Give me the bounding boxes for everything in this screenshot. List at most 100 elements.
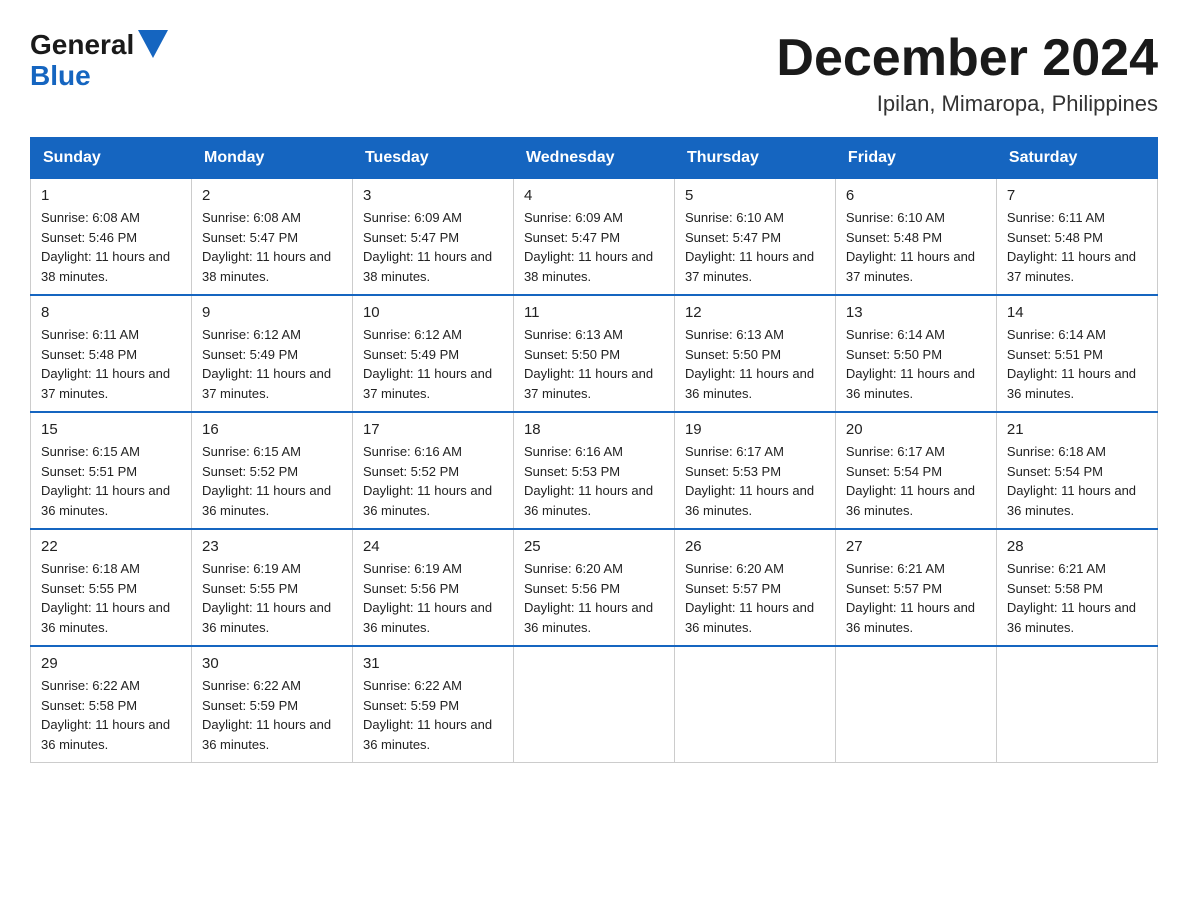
day-number: 28: [1007, 538, 1147, 555]
day-info: Sunrise: 6:22 AM Sunset: 5:58 PM Dayligh…: [41, 676, 181, 754]
day-number: 10: [363, 304, 503, 321]
day-info: Sunrise: 6:18 AM Sunset: 5:54 PM Dayligh…: [1007, 442, 1147, 520]
day-number: 7: [1007, 187, 1147, 204]
day-info: Sunrise: 6:11 AM Sunset: 5:48 PM Dayligh…: [1007, 208, 1147, 286]
month-title: December 2024: [776, 30, 1158, 87]
calendar-cell: 14 Sunrise: 6:14 AM Sunset: 5:51 PM Dayl…: [996, 295, 1157, 412]
day-number: 20: [846, 421, 986, 438]
calendar-cell: 3 Sunrise: 6:09 AM Sunset: 5:47 PM Dayli…: [352, 178, 513, 295]
calendar-cell: 18 Sunrise: 6:16 AM Sunset: 5:53 PM Dayl…: [513, 412, 674, 529]
calendar-cell: 4 Sunrise: 6:09 AM Sunset: 5:47 PM Dayli…: [513, 178, 674, 295]
location: Ipilan, Mimaropa, Philippines: [776, 91, 1158, 117]
calendar-week-row: 22 Sunrise: 6:18 AM Sunset: 5:55 PM Dayl…: [31, 529, 1158, 646]
calendar-cell: 17 Sunrise: 6:16 AM Sunset: 5:52 PM Dayl…: [352, 412, 513, 529]
calendar-table: SundayMondayTuesdayWednesdayThursdayFrid…: [30, 137, 1158, 763]
day-info: Sunrise: 6:20 AM Sunset: 5:56 PM Dayligh…: [524, 559, 664, 637]
calendar-header-friday: Friday: [835, 138, 996, 178]
calendar-cell: [674, 646, 835, 763]
calendar-cell: 16 Sunrise: 6:15 AM Sunset: 5:52 PM Dayl…: [191, 412, 352, 529]
day-number: 31: [363, 655, 503, 672]
day-info: Sunrise: 6:15 AM Sunset: 5:52 PM Dayligh…: [202, 442, 342, 520]
day-info: Sunrise: 6:12 AM Sunset: 5:49 PM Dayligh…: [202, 325, 342, 403]
day-number: 21: [1007, 421, 1147, 438]
day-number: 29: [41, 655, 181, 672]
calendar-cell: 8 Sunrise: 6:11 AM Sunset: 5:48 PM Dayli…: [31, 295, 192, 412]
calendar-cell: [835, 646, 996, 763]
day-info: Sunrise: 6:08 AM Sunset: 5:46 PM Dayligh…: [41, 208, 181, 286]
calendar-cell: [996, 646, 1157, 763]
calendar-cell: 23 Sunrise: 6:19 AM Sunset: 5:55 PM Dayl…: [191, 529, 352, 646]
day-info: Sunrise: 6:19 AM Sunset: 5:55 PM Dayligh…: [202, 559, 342, 637]
calendar-cell: 6 Sunrise: 6:10 AM Sunset: 5:48 PM Dayli…: [835, 178, 996, 295]
calendar-header-row: SundayMondayTuesdayWednesdayThursdayFrid…: [31, 138, 1158, 178]
day-info: Sunrise: 6:21 AM Sunset: 5:57 PM Dayligh…: [846, 559, 986, 637]
day-info: Sunrise: 6:12 AM Sunset: 5:49 PM Dayligh…: [363, 325, 503, 403]
day-info: Sunrise: 6:19 AM Sunset: 5:56 PM Dayligh…: [363, 559, 503, 637]
day-number: 19: [685, 421, 825, 438]
day-info: Sunrise: 6:08 AM Sunset: 5:47 PM Dayligh…: [202, 208, 342, 286]
calendar-cell: [513, 646, 674, 763]
day-info: Sunrise: 6:22 AM Sunset: 5:59 PM Dayligh…: [202, 676, 342, 754]
calendar-cell: 31 Sunrise: 6:22 AM Sunset: 5:59 PM Dayl…: [352, 646, 513, 763]
calendar-cell: 13 Sunrise: 6:14 AM Sunset: 5:50 PM Dayl…: [835, 295, 996, 412]
calendar-cell: 21 Sunrise: 6:18 AM Sunset: 5:54 PM Dayl…: [996, 412, 1157, 529]
day-info: Sunrise: 6:15 AM Sunset: 5:51 PM Dayligh…: [41, 442, 181, 520]
logo-blue-text: Blue: [30, 60, 91, 92]
day-info: Sunrise: 6:09 AM Sunset: 5:47 PM Dayligh…: [524, 208, 664, 286]
day-info: Sunrise: 6:22 AM Sunset: 5:59 PM Dayligh…: [363, 676, 503, 754]
day-info: Sunrise: 6:14 AM Sunset: 5:51 PM Dayligh…: [1007, 325, 1147, 403]
day-number: 15: [41, 421, 181, 438]
calendar-week-row: 8 Sunrise: 6:11 AM Sunset: 5:48 PM Dayli…: [31, 295, 1158, 412]
day-number: 6: [846, 187, 986, 204]
calendar-header-thursday: Thursday: [674, 138, 835, 178]
calendar-cell: 11 Sunrise: 6:13 AM Sunset: 5:50 PM Dayl…: [513, 295, 674, 412]
day-number: 11: [524, 304, 664, 321]
day-info: Sunrise: 6:20 AM Sunset: 5:57 PM Dayligh…: [685, 559, 825, 637]
day-number: 9: [202, 304, 342, 321]
day-number: 13: [846, 304, 986, 321]
calendar-cell: 9 Sunrise: 6:12 AM Sunset: 5:49 PM Dayli…: [191, 295, 352, 412]
calendar-cell: 5 Sunrise: 6:10 AM Sunset: 5:47 PM Dayli…: [674, 178, 835, 295]
calendar-cell: 15 Sunrise: 6:15 AM Sunset: 5:51 PM Dayl…: [31, 412, 192, 529]
calendar-week-row: 29 Sunrise: 6:22 AM Sunset: 5:58 PM Dayl…: [31, 646, 1158, 763]
calendar-cell: 2 Sunrise: 6:08 AM Sunset: 5:47 PM Dayli…: [191, 178, 352, 295]
day-info: Sunrise: 6:17 AM Sunset: 5:53 PM Dayligh…: [685, 442, 825, 520]
calendar-week-row: 1 Sunrise: 6:08 AM Sunset: 5:46 PM Dayli…: [31, 178, 1158, 295]
calendar-cell: 29 Sunrise: 6:22 AM Sunset: 5:58 PM Dayl…: [31, 646, 192, 763]
logo: General Blue: [30, 30, 168, 92]
day-info: Sunrise: 6:13 AM Sunset: 5:50 PM Dayligh…: [524, 325, 664, 403]
calendar-week-row: 15 Sunrise: 6:15 AM Sunset: 5:51 PM Dayl…: [31, 412, 1158, 529]
day-number: 18: [524, 421, 664, 438]
calendar-header-tuesday: Tuesday: [352, 138, 513, 178]
day-number: 1: [41, 187, 181, 204]
calendar-cell: 1 Sunrise: 6:08 AM Sunset: 5:46 PM Dayli…: [31, 178, 192, 295]
day-number: 12: [685, 304, 825, 321]
day-number: 22: [41, 538, 181, 555]
calendar-header-wednesday: Wednesday: [513, 138, 674, 178]
day-number: 30: [202, 655, 342, 672]
day-number: 23: [202, 538, 342, 555]
calendar-cell: 24 Sunrise: 6:19 AM Sunset: 5:56 PM Dayl…: [352, 529, 513, 646]
day-number: 3: [363, 187, 503, 204]
calendar-cell: 27 Sunrise: 6:21 AM Sunset: 5:57 PM Dayl…: [835, 529, 996, 646]
logo-general-text: General: [30, 31, 134, 59]
day-number: 17: [363, 421, 503, 438]
day-info: Sunrise: 6:10 AM Sunset: 5:47 PM Dayligh…: [685, 208, 825, 286]
page-header: General Blue December 2024 Ipilan, Mimar…: [30, 30, 1158, 117]
calendar-cell: 22 Sunrise: 6:18 AM Sunset: 5:55 PM Dayl…: [31, 529, 192, 646]
calendar-cell: 25 Sunrise: 6:20 AM Sunset: 5:56 PM Dayl…: [513, 529, 674, 646]
day-info: Sunrise: 6:18 AM Sunset: 5:55 PM Dayligh…: [41, 559, 181, 637]
calendar-cell: 28 Sunrise: 6:21 AM Sunset: 5:58 PM Dayl…: [996, 529, 1157, 646]
day-info: Sunrise: 6:16 AM Sunset: 5:52 PM Dayligh…: [363, 442, 503, 520]
day-info: Sunrise: 6:11 AM Sunset: 5:48 PM Dayligh…: [41, 325, 181, 403]
calendar-cell: 30 Sunrise: 6:22 AM Sunset: 5:59 PM Dayl…: [191, 646, 352, 763]
calendar-cell: 20 Sunrise: 6:17 AM Sunset: 5:54 PM Dayl…: [835, 412, 996, 529]
day-number: 2: [202, 187, 342, 204]
day-number: 24: [363, 538, 503, 555]
day-number: 5: [685, 187, 825, 204]
day-info: Sunrise: 6:09 AM Sunset: 5:47 PM Dayligh…: [363, 208, 503, 286]
day-info: Sunrise: 6:13 AM Sunset: 5:50 PM Dayligh…: [685, 325, 825, 403]
day-number: 26: [685, 538, 825, 555]
calendar-cell: 12 Sunrise: 6:13 AM Sunset: 5:50 PM Dayl…: [674, 295, 835, 412]
day-info: Sunrise: 6:16 AM Sunset: 5:53 PM Dayligh…: [524, 442, 664, 520]
